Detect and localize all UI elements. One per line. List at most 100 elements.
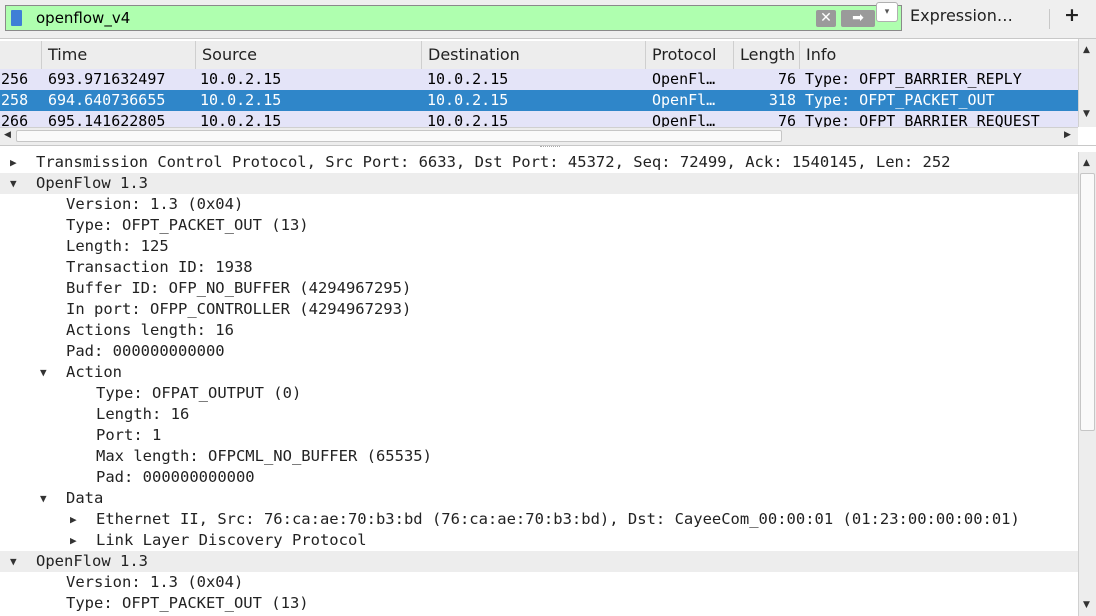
tree-item[interactable]: Buffer ID: OFP_NO_BUFFER (4294967295) xyxy=(0,278,1078,299)
column-header-length[interactable]: Length xyxy=(734,41,800,69)
tree-item-label: Port: 1 xyxy=(96,426,162,444)
packet-list-horizontal-scrollbar[interactable]: ◀ ▶ xyxy=(0,127,1078,145)
arrow-right-icon[interactable]: ➡ xyxy=(841,10,875,27)
tree-item[interactable]: In port: OFPP_CONTROLLER (4294967293) xyxy=(0,299,1078,320)
scroll-right-icon[interactable]: ▶ xyxy=(1064,130,1071,140)
tree-item[interactable]: ▶ Transmission Control Protocol, Src Port… xyxy=(0,152,1078,173)
collapse-triangle-icon[interactable]: ▼ xyxy=(40,488,47,509)
packet-row-selected[interactable]: 6258 694.640736655 10.0.2.15 10.0.2.15 O… xyxy=(0,90,1078,111)
packet-info: Type: OFPT_BARRIER_REPLY xyxy=(805,70,1022,88)
scroll-up-icon[interactable]: ▲ xyxy=(1083,158,1090,168)
tree-item[interactable]: Pad: 000000000000 xyxy=(0,467,1078,488)
tree-item[interactable]: Max length: OFPCML_NO_BUFFER (65535) xyxy=(0,446,1078,467)
column-header-source[interactable]: Source xyxy=(196,41,422,69)
collapse-triangle-icon[interactable]: ▼ xyxy=(10,173,17,194)
tree-item[interactable]: Pad: 000000000000 xyxy=(0,341,1078,362)
tree-item-label: Transmission Control Protocol, Src Port:… xyxy=(36,153,951,171)
packet-source: 10.0.2.15 xyxy=(200,70,282,88)
packet-row[interactable]: 6256 693.971632497 10.0.2.15 10.0.2.15 O… xyxy=(0,69,1078,90)
tree-item[interactable]: Length: 125 xyxy=(0,236,1078,257)
packet-length: 76 xyxy=(777,70,796,88)
details-vertical-scrollbar[interactable]: ▲ ▼ xyxy=(1078,152,1096,616)
packet-no: 6256 xyxy=(0,70,29,88)
tree-item-label: Ethernet II, Src: 76:ca:ae:70:b3:bd (76:… xyxy=(96,510,1020,528)
collapse-triangle-icon[interactable]: ▼ xyxy=(40,362,47,383)
packet-list[interactable]: Time Source Destination Protocol Length … xyxy=(0,39,1096,146)
column-header-info[interactable]: Info xyxy=(800,41,1078,69)
tree-item[interactable]: ▼ Data xyxy=(0,488,1078,509)
tree-item[interactable]: ▼ OpenFlow 1.3 xyxy=(0,173,1078,194)
tree-item[interactable]: Version: 1.3 (0x04) xyxy=(0,194,1078,215)
tree-item-label: Actions length: 16 xyxy=(66,321,234,339)
scroll-down-icon[interactable]: ▼ xyxy=(1083,600,1090,610)
tree-item[interactable]: Type: OFPT_PACKET_OUT (13) xyxy=(0,593,1078,614)
tree-item-label: Max length: OFPCML_NO_BUFFER (65535) xyxy=(96,447,432,465)
column-header-destination[interactable]: Destination xyxy=(422,41,646,69)
bookmark-icon[interactable] xyxy=(11,10,22,26)
tree-item-label: Pad: 000000000000 xyxy=(96,468,255,486)
tree-item[interactable]: Transaction ID: 1938 xyxy=(0,257,1078,278)
pane-splitter-handle[interactable] xyxy=(540,146,560,150)
scroll-down-icon[interactable]: ▼ xyxy=(1083,109,1090,119)
tree-item[interactable]: Version: 1.3 (0x04) xyxy=(0,572,1078,593)
tree-item-label: Data xyxy=(66,489,104,507)
tree-item-label: Type: OFPT_PACKET_OUT (13) xyxy=(66,216,309,234)
packet-list-vertical-scrollbar[interactable]: ▲ ▼ xyxy=(1078,39,1096,127)
packet-row[interactable]: 6266 695.141622805 10.0.2.15 10.0.2.15 O… xyxy=(0,111,1078,127)
packet-list-header: Time Source Destination Protocol Length … xyxy=(0,41,1078,70)
tree-item[interactable]: Port: 1 xyxy=(0,425,1078,446)
tree-item-label: OpenFlow 1.3 xyxy=(36,552,148,570)
tree-item-label: Type: OFPAT_OUTPUT (0) xyxy=(96,384,302,402)
packet-time: 695.141622805 xyxy=(48,112,166,127)
tree-item[interactable]: Type: OFPAT_OUTPUT (0) xyxy=(0,383,1078,404)
packet-destination: 10.0.2.15 xyxy=(427,70,509,88)
packet-protocol: OpenFl… xyxy=(652,70,716,88)
packet-no: 6258 xyxy=(0,91,29,109)
scroll-left-icon[interactable]: ◀ xyxy=(4,130,11,140)
tree-item[interactable]: ▶ Ethernet II, Src: 76:ca:ae:70:b3:bd (76… xyxy=(0,509,1078,530)
packet-source: 10.0.2.15 xyxy=(200,112,282,127)
collapse-triangle-icon[interactable]: ▼ xyxy=(10,551,17,572)
expression-button[interactable]: Expression… xyxy=(910,6,1013,25)
scroll-up-icon[interactable]: ▲ xyxy=(1083,45,1090,55)
clear-x-icon[interactable]: ✕ xyxy=(816,10,836,27)
packet-length: 318 xyxy=(768,91,796,109)
tree-item-label: OpenFlow 1.3 xyxy=(36,174,148,192)
column-header-time[interactable]: Time xyxy=(42,41,196,69)
vertical-scroll-thumb[interactable] xyxy=(1080,173,1095,431)
column-header-no[interactable] xyxy=(0,41,42,69)
expand-triangle-icon[interactable]: ▶ xyxy=(10,152,17,173)
display-filter-text[interactable]: openflow_v4 xyxy=(36,9,130,27)
add-filter-button[interactable]: + xyxy=(1064,4,1080,26)
column-header-protocol[interactable]: Protocol xyxy=(646,41,734,69)
horizontal-scroll-thumb[interactable] xyxy=(16,130,782,142)
recent-filters-dropdown[interactable]: ▾ xyxy=(876,2,898,22)
tree-item-label: Length: 125 xyxy=(66,237,169,255)
tree-item[interactable]: ▼ Action xyxy=(0,362,1078,383)
packet-details-tree[interactable]: ▶ Transmission Control Protocol, Src Port… xyxy=(0,152,1078,616)
packet-destination: 10.0.2.15 xyxy=(427,112,509,127)
tree-item[interactable]: ▶ Link Layer Discovery Protocol xyxy=(0,530,1078,551)
packet-protocol: OpenFl… xyxy=(652,112,716,127)
packet-length: 76 xyxy=(777,112,796,127)
tree-item-label: Type: OFPT_PACKET_OUT (13) xyxy=(66,594,309,612)
tree-item-label: Length: 16 xyxy=(96,405,190,423)
tree-item-label: Link Layer Discovery Protocol xyxy=(96,531,367,549)
tree-item-label: Version: 1.3 (0x04) xyxy=(66,573,244,591)
tree-item[interactable]: Actions length: 16 xyxy=(0,320,1078,341)
display-filter-input[interactable]: openflow_v4 ✕ ➡ xyxy=(5,5,902,31)
tree-item-label: Version: 1.3 (0x04) xyxy=(66,195,244,213)
packet-time: 694.640736655 xyxy=(48,91,166,109)
tree-item-label: Buffer ID: OFP_NO_BUFFER (4294967295) xyxy=(66,279,412,297)
packet-info: Type: OFPT_PACKET_OUT xyxy=(805,91,995,109)
tree-item-label: Pad: 000000000000 xyxy=(66,342,225,360)
toolbar-separator xyxy=(1049,9,1050,29)
packet-destination: 10.0.2.15 xyxy=(427,91,509,109)
tree-item[interactable]: ▼ OpenFlow 1.3 xyxy=(0,551,1078,572)
expand-triangle-icon[interactable]: ▶ xyxy=(70,530,77,551)
tree-item[interactable]: Type: OFPT_PACKET_OUT (13) xyxy=(0,215,1078,236)
packet-info: Type: OFPT_BARRIER_REQUEST xyxy=(805,112,1040,127)
tree-item-label: Transaction ID: 1938 xyxy=(66,258,253,276)
expand-triangle-icon[interactable]: ▶ xyxy=(70,509,77,530)
tree-item[interactable]: Length: 16 xyxy=(0,404,1078,425)
